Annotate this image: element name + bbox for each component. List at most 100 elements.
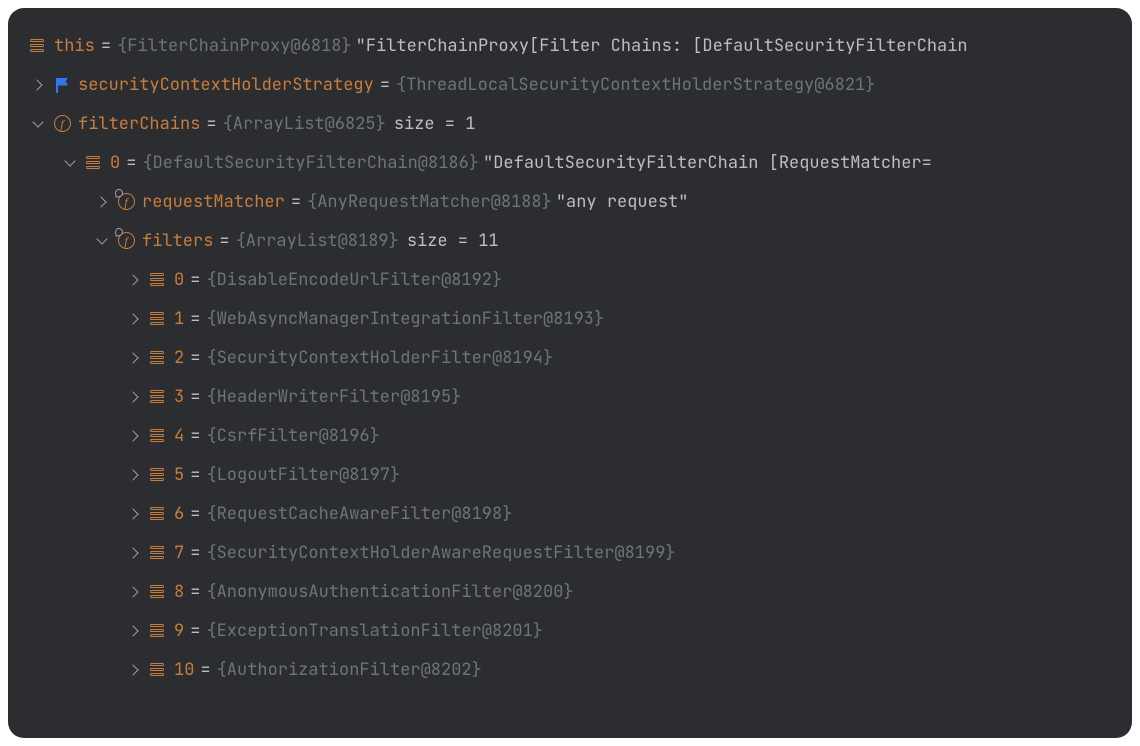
- variable-type: {DisableEncodeUrlFilter@8192}: [206, 269, 502, 291]
- variable-name: 3: [174, 386, 184, 408]
- object-icon: [146, 307, 170, 331]
- chevron-right-icon[interactable]: [26, 73, 50, 97]
- variable-name: securityContextHolderStrategy: [78, 74, 374, 96]
- variable-size: size = 11: [407, 230, 499, 252]
- variable-value: "DefaultSecurityFilterChain [RequestMatc…: [483, 152, 932, 174]
- variable-type: {DefaultSecurityFilterChain@8186}: [142, 152, 479, 174]
- equals-sign: =: [190, 503, 200, 525]
- variable-name: this: [54, 35, 95, 57]
- chevron-right-icon[interactable]: [122, 541, 146, 565]
- variable-row-chain-0[interactable]: 0 = {DefaultSecurityFilterChain@8186} "D…: [26, 143, 1132, 182]
- field-icon: f: [114, 229, 138, 253]
- debugger-variables-panel: this = {FilterChainProxy@6818} "FilterCh…: [8, 8, 1132, 738]
- variable-row-filter-item[interactable]: 0 = {DisableEncodeUrlFilter@8192}: [26, 260, 1132, 299]
- equals-sign: =: [190, 308, 200, 330]
- variable-name: 2: [174, 347, 184, 369]
- equals-sign: =: [190, 425, 200, 447]
- chevron-right-icon[interactable]: [122, 385, 146, 409]
- variable-name: filters: [142, 230, 213, 252]
- chevron-right-icon[interactable]: [122, 502, 146, 526]
- variable-type: {AnyRequestMatcher@8188}: [307, 191, 552, 213]
- variable-type: {ArrayList@8189}: [236, 230, 399, 252]
- variable-name: 7: [174, 542, 184, 564]
- variable-row-filter-item[interactable]: 9 = {ExceptionTranslationFilter@8201}: [26, 611, 1132, 650]
- object-icon: [146, 541, 170, 565]
- variable-type: {RequestCacheAwareFilter@8198}: [206, 503, 512, 525]
- equals-sign: =: [206, 113, 216, 135]
- equals-sign: =: [219, 230, 229, 252]
- object-icon: [146, 502, 170, 526]
- equals-sign: =: [190, 542, 200, 564]
- field-icon: f: [50, 112, 74, 136]
- object-icon: [146, 268, 170, 292]
- variable-row-filter-item[interactable]: 7 = {SecurityContextHolderAwareRequestFilt…: [26, 533, 1132, 572]
- chevron-down-icon[interactable]: [26, 112, 50, 136]
- variable-name: 4: [174, 425, 184, 447]
- variable-row-filter-item[interactable]: 4={CsrfFilter@8196}: [26, 416, 1132, 455]
- object-icon: [146, 463, 170, 487]
- object-icon: [26, 34, 50, 58]
- variable-row-filters[interactable]: f filters = {ArrayList@8189} size = 11: [26, 221, 1132, 260]
- variable-name: 10: [174, 659, 194, 681]
- variable-name: 0: [110, 152, 120, 174]
- variable-row-filterchains[interactable]: f filterChains = {ArrayList@6825} size =…: [26, 104, 1132, 143]
- variable-name: 9: [174, 620, 184, 642]
- variable-type: {HeaderWriterFilter@8195}: [206, 386, 461, 408]
- variable-type: {AuthorizationFilter@8202}: [217, 659, 482, 681]
- variable-row-filter-item[interactable]: 2 = {SecurityContextHolderFilter@8194}: [26, 338, 1132, 377]
- variable-row-filter-item[interactable]: 5 = {LogoutFilter@8197}: [26, 455, 1132, 494]
- variable-type: {FilterChainProxy@6818}: [117, 35, 352, 57]
- object-icon: [146, 346, 170, 370]
- chevron-right-icon[interactable]: [122, 580, 146, 604]
- variable-row-strategy[interactable]: securityContextHolderStrategy = {ThreadL…: [26, 65, 1132, 104]
- variable-type: {WebAsyncManagerIntegrationFilter@8193}: [206, 308, 604, 330]
- chevron-right-icon[interactable]: [122, 463, 146, 487]
- variable-type: {SecurityContextHolderAwareRequestFilter…: [206, 542, 675, 564]
- variable-name: 6: [174, 503, 184, 525]
- equals-sign: =: [190, 386, 200, 408]
- chevron-right-icon[interactable]: [90, 190, 114, 214]
- equals-sign: =: [190, 620, 200, 642]
- variable-type: {ThreadLocalSecurityContextHolderStrateg…: [396, 74, 875, 96]
- variable-type: {LogoutFilter@8197}: [206, 464, 400, 486]
- equals-sign: =: [101, 35, 111, 57]
- chevron-right-icon[interactable]: [122, 346, 146, 370]
- variable-row-filter-item[interactable]: 6 = {RequestCacheAwareFilter@8198}: [26, 494, 1132, 533]
- equals-sign: =: [200, 659, 210, 681]
- equals-sign: =: [380, 74, 390, 96]
- variable-type: {ArrayList@6825}: [223, 113, 386, 135]
- variable-type: {ExceptionTranslationFilter@8201}: [206, 620, 543, 642]
- object-icon: [146, 619, 170, 643]
- equals-sign: =: [190, 269, 200, 291]
- chevron-right-icon[interactable]: [122, 268, 146, 292]
- object-icon: [146, 424, 170, 448]
- variable-value: "FilterChainProxy[Filter Chains: [Defaul…: [356, 35, 968, 57]
- chevron-right-icon[interactable]: [122, 619, 146, 643]
- chevron-right-icon[interactable]: [122, 658, 146, 682]
- variable-row-filter-item[interactable]: 8={AnonymousAuthenticationFilter@8200}: [26, 572, 1132, 611]
- chevron-down-icon[interactable]: [58, 151, 82, 175]
- equals-sign: =: [291, 191, 301, 213]
- field-icon: f: [114, 190, 138, 214]
- object-icon: [146, 385, 170, 409]
- variable-value: "any request": [556, 191, 689, 213]
- equals-sign: =: [190, 347, 200, 369]
- variable-row-filter-item[interactable]: 1={WebAsyncManagerIntegrationFilter@8193…: [26, 299, 1132, 338]
- variable-row-this[interactable]: this = {FilterChainProxy@6818} "FilterCh…: [26, 26, 1132, 65]
- variable-row-filter-item[interactable]: 10 = {AuthorizationFilter@8202}: [26, 650, 1132, 689]
- chevron-down-icon[interactable]: [90, 229, 114, 253]
- variable-row-filter-item[interactable]: 3 = {HeaderWriterFilter@8195}: [26, 377, 1132, 416]
- variable-name: 8: [174, 581, 184, 603]
- equals-sign: =: [190, 464, 200, 486]
- variable-size: size = 1: [394, 113, 476, 135]
- object-icon: [82, 151, 106, 175]
- variable-row-requestmatcher[interactable]: f requestMatcher = {AnyRequestMatcher@81…: [26, 182, 1132, 221]
- chevron-right-icon[interactable]: [122, 307, 146, 331]
- variable-type: {SecurityContextHolderFilter@8194}: [206, 347, 553, 369]
- filters-list: 0 = {DisableEncodeUrlFilter@8192} 1={WebAsy…: [26, 260, 1132, 689]
- chevron-right-icon[interactable]: [122, 424, 146, 448]
- equals-sign: =: [190, 581, 200, 603]
- variable-name: requestMatcher: [142, 191, 285, 213]
- variable-name: 5: [174, 464, 184, 486]
- variable-name: 0: [174, 269, 184, 291]
